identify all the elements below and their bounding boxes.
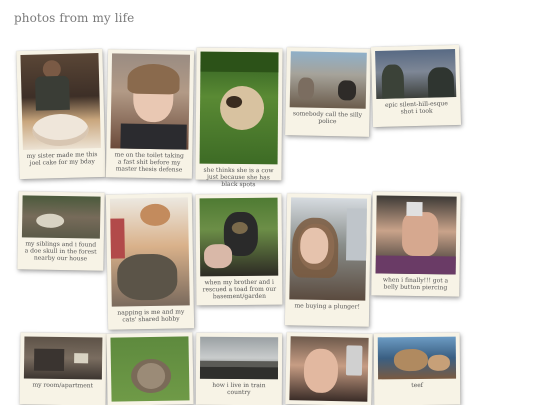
polaroid-card[interactable]: my room/apartment (19, 332, 107, 405)
polaroid-card[interactable]: how i live in train country (195, 332, 283, 405)
polaroid-card[interactable]: somebody call the silly police (285, 47, 371, 137)
photo-image (110, 53, 191, 150)
photo-caption: somebody call the silly police (292, 110, 363, 126)
polaroid-card[interactable]: napping is me and my cats' shared hobby (105, 193, 195, 330)
polaroid-card[interactable]: me buying a plunger! (284, 193, 372, 327)
polaroid-card[interactable] (285, 332, 373, 405)
photo-caption: my sister made me this joel cake for my … (26, 151, 98, 168)
photo-caption: she thinks she is a cow just because she… (203, 166, 274, 189)
photo-image (289, 51, 367, 109)
photo-image (289, 197, 368, 301)
polaroid-card[interactable]: my siblings and i found a doe skull in t… (17, 191, 105, 271)
polaroid-card[interactable]: teef (373, 332, 461, 405)
polaroid-card[interactable]: epic silent-hill-esque shot i took (370, 44, 462, 128)
polaroid-card[interactable] (106, 332, 194, 405)
polaroid-card[interactable]: me on the toilet taking a fast shit befo… (105, 49, 195, 179)
photo-caption: my siblings and i found a doe skull in t… (24, 240, 97, 263)
photo-image (199, 336, 279, 380)
photo-image (375, 195, 457, 275)
polaroid-card[interactable]: when i finally!!! got a belly button pie… (371, 191, 461, 297)
polaroid-card[interactable]: when my brother and i rescued a toad fro… (195, 193, 283, 306)
photo-caption: my room/apartment (32, 381, 94, 390)
photo-caption: when my brother and i rescued a toad fro… (202, 278, 277, 301)
photo-image (21, 195, 101, 239)
photo-image (110, 336, 190, 402)
page-title: photos from my life (14, 11, 135, 25)
photo-image (20, 52, 101, 151)
photo-caption: epic silent-hill-esque shot i took (384, 100, 449, 116)
photo-caption: me on the toilet taking a fast shit befo… (114, 151, 184, 174)
photo-caption: teef (411, 381, 424, 390)
photo-image (199, 51, 279, 165)
photo-image (375, 48, 457, 100)
polaroid-card[interactable]: my sister made me this joel cake for my … (16, 48, 106, 180)
photo-image (289, 336, 369, 402)
photo-image (199, 197, 279, 277)
photo-image (109, 197, 190, 307)
photo-caption: when i finally!!! got a belly button pie… (382, 276, 449, 292)
photo-caption: napping is me and my cats' shared hobby (117, 308, 185, 324)
photo-caption: me buying a plunger! (294, 302, 360, 311)
photo-image (377, 336, 457, 380)
photo-caption: how i live in train country (212, 381, 266, 397)
polaroid-card[interactable]: she thinks she is a cow just because she… (195, 47, 283, 189)
photo-image (23, 336, 103, 380)
